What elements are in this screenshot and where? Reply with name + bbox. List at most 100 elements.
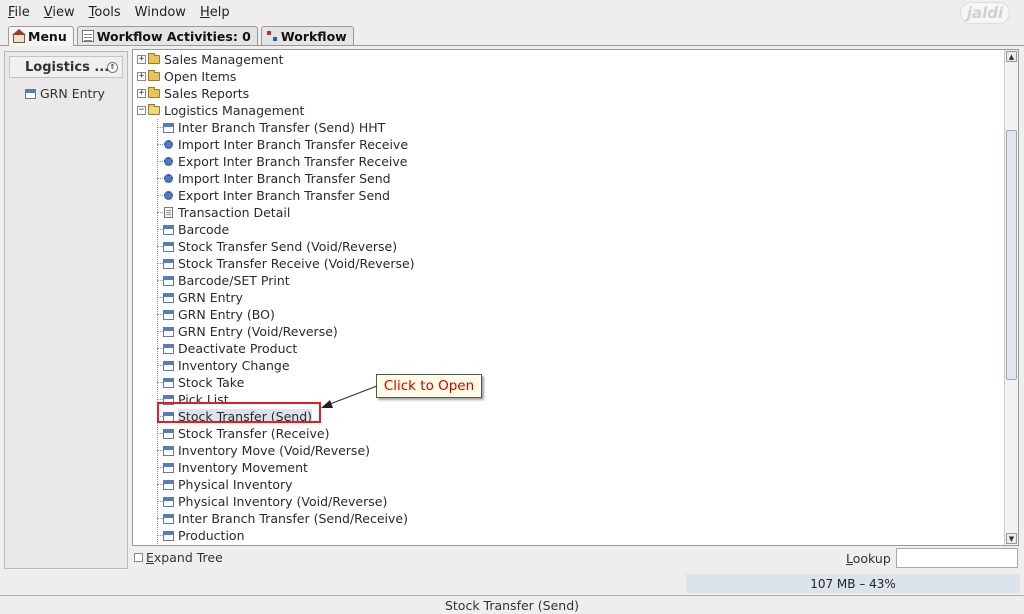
tree-item[interactable]: Deactivate Product	[163, 340, 297, 357]
brand-logo: jaldi	[960, 2, 1010, 24]
window-icon	[163, 513, 174, 524]
window-icon	[163, 428, 174, 439]
tree-folder[interactable]: + Sales Management	[137, 51, 284, 68]
tree-item[interactable]: Inter Branch Transfer (Send/Receive)	[163, 510, 408, 527]
tree-folder[interactable]: − Logistics Management	[137, 102, 304, 119]
tree-guide-line	[157, 119, 158, 545]
checkbox-icon	[134, 553, 143, 562]
tree-folder-label: Logistics Management	[164, 103, 305, 118]
folder-icon	[148, 70, 160, 81]
tree-item[interactable]: Inventory Move (Void/Reverse)	[163, 442, 370, 459]
tab-menu-label: Menu	[28, 29, 67, 44]
expand-tree-checkbox[interactable]: Expand Tree	[134, 550, 223, 565]
menu-window[interactable]: Window	[127, 5, 192, 20]
collapse-icon[interactable]: ⇑	[107, 62, 118, 73]
tree-item-label: Inventory Movement	[178, 460, 308, 475]
collapse-node-icon[interactable]: −	[137, 106, 146, 115]
tree-item-label: Physical Inventory	[178, 477, 293, 492]
tree-item[interactable]: Export Inter Branch Transfer Send	[163, 187, 390, 204]
tree-item[interactable]: GRN Entry	[163, 289, 243, 306]
favorite-item-grn-entry[interactable]: GRN Entry	[25, 86, 105, 101]
menu-view[interactable]: View	[36, 5, 81, 20]
window-icon	[163, 292, 174, 303]
status-bar: Stock Transfer (Send)	[0, 595, 1024, 614]
tree-item-label: Stock Transfer (Receive)	[178, 426, 330, 441]
folder-icon	[148, 87, 160, 98]
window-icon	[163, 241, 174, 252]
tree-item[interactable]: Transaction Detail	[163, 204, 290, 221]
tree-item[interactable]: Stock Transfer (Receive)	[163, 425, 330, 442]
tree-folder-label: Open Items	[164, 69, 237, 84]
lookup-mnemonic: L	[846, 551, 853, 566]
folder-icon	[148, 53, 160, 64]
favorite-item-label: GRN Entry	[40, 86, 105, 101]
tree-item[interactable]: Export Inter Branch Transfer Receive	[163, 153, 407, 170]
tree-item[interactable]: GRN Entry (Void/Reverse)	[163, 323, 338, 340]
menu-file[interactable]: File	[0, 5, 36, 20]
expand-tree-label: xpand Tree	[153, 550, 223, 565]
tree-item[interactable]: GRN Entry (BO)	[163, 306, 275, 323]
tree-item-label: Export Inter Branch Transfer Receive	[178, 154, 408, 169]
tree-item-label: Stock Transfer Send (Void/Reverse)	[178, 239, 398, 254]
menu-tools[interactable]: Tools	[81, 5, 127, 20]
tree-item[interactable]: Physical Inventory (Void/Reverse)	[163, 493, 387, 510]
tree-item-label: Stock Transfer Receive (Void/Reverse)	[178, 256, 415, 271]
tree-item-label: Stock Take	[178, 375, 245, 390]
tree-item[interactable]: Production	[163, 527, 245, 544]
tab-workflow[interactable]: Workflow	[260, 26, 354, 45]
tree-item[interactable]: Stock Transfer Send (Void/Reverse)	[163, 238, 397, 255]
tree-item[interactable]: Inventory Change	[163, 357, 290, 374]
menu-help[interactable]: Help	[192, 5, 236, 20]
window-icon	[163, 275, 174, 286]
tree-item-label: Transaction Detail	[178, 205, 291, 220]
tree-item[interactable]: Physical Inventory	[163, 476, 293, 493]
tree-item[interactable]: Stock Transfer Receive (Void/Reverse)	[163, 255, 415, 272]
tab-workflow-activities[interactable]: Workflow Activities: 0	[76, 26, 258, 45]
expand-node-icon[interactable]: +	[137, 55, 146, 64]
gear-icon	[164, 174, 173, 183]
expand-node-icon[interactable]: +	[137, 72, 146, 81]
tree-item[interactable]: Inter Branch Transfer (Send) HHT	[163, 119, 385, 136]
main-tab-strip: Menu Workflow Activities: 0 Workflow	[0, 26, 1024, 46]
tree-item[interactable]: Barcode/SET Print	[163, 272, 290, 289]
tab-workflow-label: Workflow	[280, 28, 347, 44]
scroll-up-icon[interactable]: ▲	[1006, 51, 1017, 62]
expand-node-icon[interactable]: +	[137, 89, 146, 98]
tree-item[interactable]: Inventory Movement	[163, 459, 308, 476]
favorites-header[interactable]: Logistics ... ⇑	[9, 56, 123, 78]
tree-item[interactable]: Import Inter Branch Transfer Send	[163, 170, 391, 187]
tree-item[interactable]: Barcode	[163, 221, 229, 238]
tree-scrollbar[interactable]: ▲ ▼	[1004, 50, 1018, 545]
window-icon	[163, 530, 174, 541]
scroll-down-icon[interactable]: ▼	[1006, 533, 1017, 544]
menu-bar: File View Tools Window Help jaldi	[0, 0, 1024, 24]
tree-item-label: GRN Entry	[178, 290, 243, 305]
menu-help-label: elp	[209, 4, 230, 20]
tree-item-label: Production	[178, 528, 245, 543]
lookup-label-text: ookup	[852, 551, 891, 566]
folder-open-icon	[148, 104, 160, 115]
gear-icon	[164, 191, 173, 200]
tree-folder-label: Sales Reports	[164, 86, 250, 101]
tree-folder[interactable]: + Open Items	[137, 68, 236, 85]
window-icon	[163, 343, 174, 354]
highlight-box	[157, 402, 321, 423]
memory-indicator[interactable]: 107 MB – 43%	[686, 574, 1020, 593]
window-icon	[25, 88, 36, 99]
tree-folder-label: Sales Management	[164, 52, 284, 67]
menu-tree[interactable]: ▲ ▼ + Sales Management + Open Items + Sales R…	[132, 49, 1019, 546]
scroll-thumb[interactable]	[1006, 130, 1017, 380]
tree-item[interactable]: Stock Take	[163, 374, 244, 391]
lookup-label: Lookup	[846, 551, 891, 566]
tree-item[interactable]: Import Inter Branch Transfer Receive	[163, 136, 408, 153]
tree-item-label: GRN Entry (BO)	[178, 307, 275, 322]
lookup-input[interactable]	[896, 548, 1018, 568]
gear-icon	[164, 157, 173, 166]
gear-icon	[164, 140, 173, 149]
tree-item-label: Physical Inventory (Void/Reverse)	[178, 494, 388, 509]
tree-folder[interactable]: + Sales Reports	[137, 85, 249, 102]
tree-item-label: Inter Branch Transfer (Send) HHT	[178, 120, 386, 135]
status-text: Stock Transfer (Send)	[444, 597, 580, 613]
tab-menu[interactable]: Menu	[8, 26, 74, 46]
tree-item-label: Inter Branch Transfer (Send/Receive)	[178, 511, 408, 526]
